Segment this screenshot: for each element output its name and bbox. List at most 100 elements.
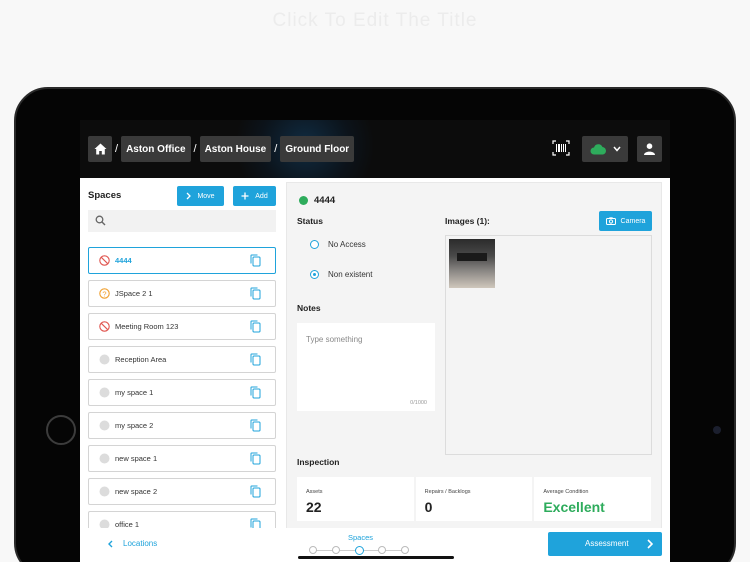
- breadcrumb-item-building[interactable]: Aston House: [199, 136, 272, 162]
- breadcrumb-separator: /: [193, 143, 197, 155]
- status-dot-icon: [99, 453, 110, 464]
- spaces-panel: Spaces Move Add 4444 ? JSpace 2 1 Meetin…: [80, 178, 286, 538]
- status-option-label: No Access: [328, 240, 366, 249]
- notes-placeholder: Type something: [306, 335, 363, 344]
- space-name: 4444: [115, 256, 132, 265]
- space-list-item[interactable]: ? JSpace 2 1: [88, 280, 276, 307]
- assessment-button-label: Assessment: [585, 539, 629, 548]
- space-list-item[interactable]: new space 2: [88, 478, 276, 505]
- search-icon: [95, 215, 106, 226]
- copy-icon[interactable]: [250, 452, 261, 465]
- status-option-non-existent[interactable]: Non existent: [310, 270, 372, 279]
- step-dot[interactable]: [332, 546, 340, 554]
- status-dot-icon: [99, 486, 110, 497]
- copy-icon[interactable]: [250, 485, 261, 498]
- chevron-left-icon: [108, 540, 113, 547]
- space-name: my space 2: [115, 421, 154, 430]
- add-space-button[interactable]: Add: [233, 186, 276, 206]
- current-step-label: Spaces: [348, 533, 374, 542]
- user-profile-button[interactable]: [637, 136, 662, 162]
- breadcrumb: / Aston Office / Aston House / Ground Fl…: [88, 136, 355, 162]
- notes-textarea[interactable]: Type something 0/1000: [297, 323, 435, 411]
- stat-value: Excellent: [543, 499, 605, 515]
- no-entry-icon: [99, 255, 110, 266]
- space-list-item[interactable]: Reception Area: [88, 346, 276, 373]
- chevron-right-icon: [186, 192, 192, 200]
- status-dot-icon: [99, 387, 110, 398]
- space-title: 4444: [314, 195, 336, 206]
- chevron-right-icon: [647, 539, 653, 549]
- step-indicator: [309, 546, 409, 556]
- copy-icon[interactable]: [250, 419, 261, 432]
- cloud-icon: [590, 143, 606, 154]
- chevron-down-icon: [612, 146, 621, 152]
- space-name: new space 1: [115, 454, 158, 463]
- space-list: 4444 ? JSpace 2 1 Meeting Room 123 Recep…: [88, 247, 276, 544]
- hardware-home-button: [46, 415, 76, 445]
- space-list-item[interactable]: Meeting Room 123: [88, 313, 276, 340]
- breadcrumb-separator: /: [115, 143, 119, 155]
- camera-button[interactable]: Camera: [599, 211, 652, 231]
- bottom-navigation: Locations Spaces Assessment: [80, 528, 670, 562]
- status-label: Status: [297, 216, 323, 226]
- stat-card-assets[interactable]: Assets 22: [297, 477, 414, 521]
- space-name: new space 2: [115, 487, 158, 496]
- move-button[interactable]: Move: [177, 186, 224, 206]
- camera-icon: [605, 217, 616, 225]
- space-list-item[interactable]: my space 1: [88, 379, 276, 406]
- move-button-label: Move: [197, 192, 215, 200]
- sync-status-button[interactable]: [582, 136, 628, 162]
- space-name: my space 1: [115, 388, 154, 397]
- plus-icon: [241, 192, 249, 200]
- user-icon: [644, 143, 655, 155]
- image-thumbnail[interactable]: [449, 239, 495, 288]
- radio-button[interactable]: [310, 270, 319, 279]
- radio-button[interactable]: [310, 240, 319, 249]
- space-name: Meeting Room 123: [115, 322, 179, 331]
- svg-text:?: ?: [102, 289, 106, 298]
- copy-icon[interactable]: [250, 254, 261, 267]
- space-header: 4444: [299, 195, 335, 206]
- app-screen: / Aston Office / Aston House / Ground Fl…: [80, 120, 670, 562]
- status-dot-icon: [99, 420, 110, 431]
- space-search-input[interactable]: [88, 210, 276, 232]
- front-camera: [713, 426, 721, 434]
- stat-value: 0: [424, 499, 433, 515]
- assessment-button[interactable]: Assessment: [548, 532, 662, 556]
- no-entry-icon: [99, 321, 110, 332]
- copy-icon[interactable]: [250, 353, 261, 366]
- stat-card-condition[interactable]: Average Condition Excellent: [534, 477, 652, 521]
- back-label: Locations: [123, 539, 158, 548]
- step-dot[interactable]: [309, 546, 317, 554]
- space-detail-panel: 4444 Status No Access Non existent Notes…: [286, 182, 662, 530]
- space-list-item[interactable]: 4444: [88, 247, 276, 274]
- breadcrumb-separator: /: [274, 143, 278, 155]
- copy-icon[interactable]: [250, 320, 261, 333]
- space-list-item[interactable]: new space 1: [88, 445, 276, 472]
- notes-char-count: 0/1000: [410, 400, 427, 406]
- status-dot-icon: [99, 354, 110, 365]
- breadcrumb-item-floor[interactable]: Ground Floor: [280, 136, 355, 162]
- camera-button-label: Camera: [620, 217, 646, 225]
- stat-value: 22: [306, 499, 322, 515]
- step-dot[interactable]: [378, 546, 386, 554]
- status-option-label: Non existent: [328, 270, 373, 279]
- space-list-item[interactable]: my space 2: [88, 412, 276, 439]
- copy-icon[interactable]: [250, 386, 261, 399]
- inspection-label: Inspection: [297, 457, 340, 467]
- barcode-scan-icon[interactable]: [552, 140, 570, 156]
- status-option-no-access[interactable]: No Access: [310, 240, 366, 249]
- step-dot-current[interactable]: [355, 546, 364, 555]
- space-name: Reception Area: [115, 355, 167, 364]
- stat-label: Repairs / Backlogs: [424, 489, 471, 495]
- back-to-locations-button[interactable]: Locations: [108, 539, 157, 548]
- status-dot-icon: [299, 196, 308, 205]
- inspection-stats: Assets 22 Repairs / Backlogs 0 Average C…: [297, 477, 652, 521]
- stat-card-repairs[interactable]: Repairs / Backlogs 0: [415, 477, 533, 521]
- copy-icon[interactable]: [250, 287, 261, 300]
- add-button-label: Add: [255, 192, 268, 200]
- breadcrumb-item-site[interactable]: Aston Office: [121, 136, 191, 162]
- home-icon[interactable]: [88, 136, 112, 162]
- space-name: JSpace 2 1: [115, 289, 153, 298]
- step-dot[interactable]: [401, 546, 409, 554]
